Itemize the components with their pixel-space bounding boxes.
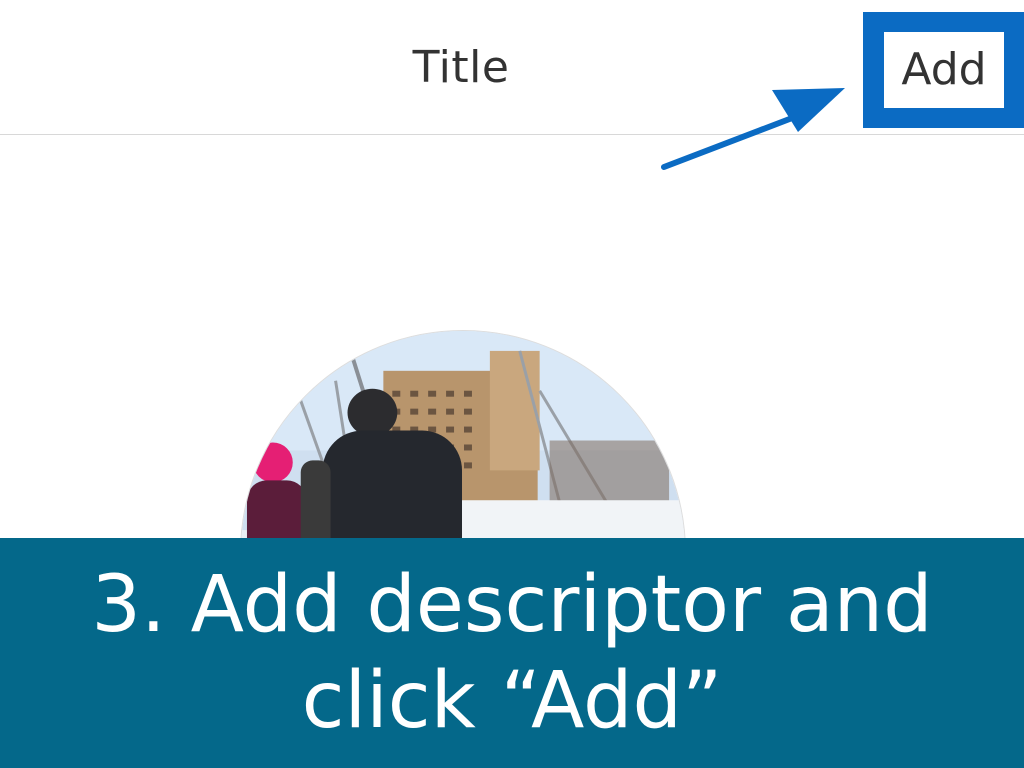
add-button[interactable]: Add: [884, 32, 1004, 108]
arrow-pointing-to-add-icon: [661, 88, 845, 170]
caption-line-2: click “Add”: [301, 656, 723, 746]
caption-banner: 3. Add descriptor and click “Add”: [0, 538, 1024, 768]
caption-line-1: 3. Add descriptor and: [91, 560, 933, 650]
